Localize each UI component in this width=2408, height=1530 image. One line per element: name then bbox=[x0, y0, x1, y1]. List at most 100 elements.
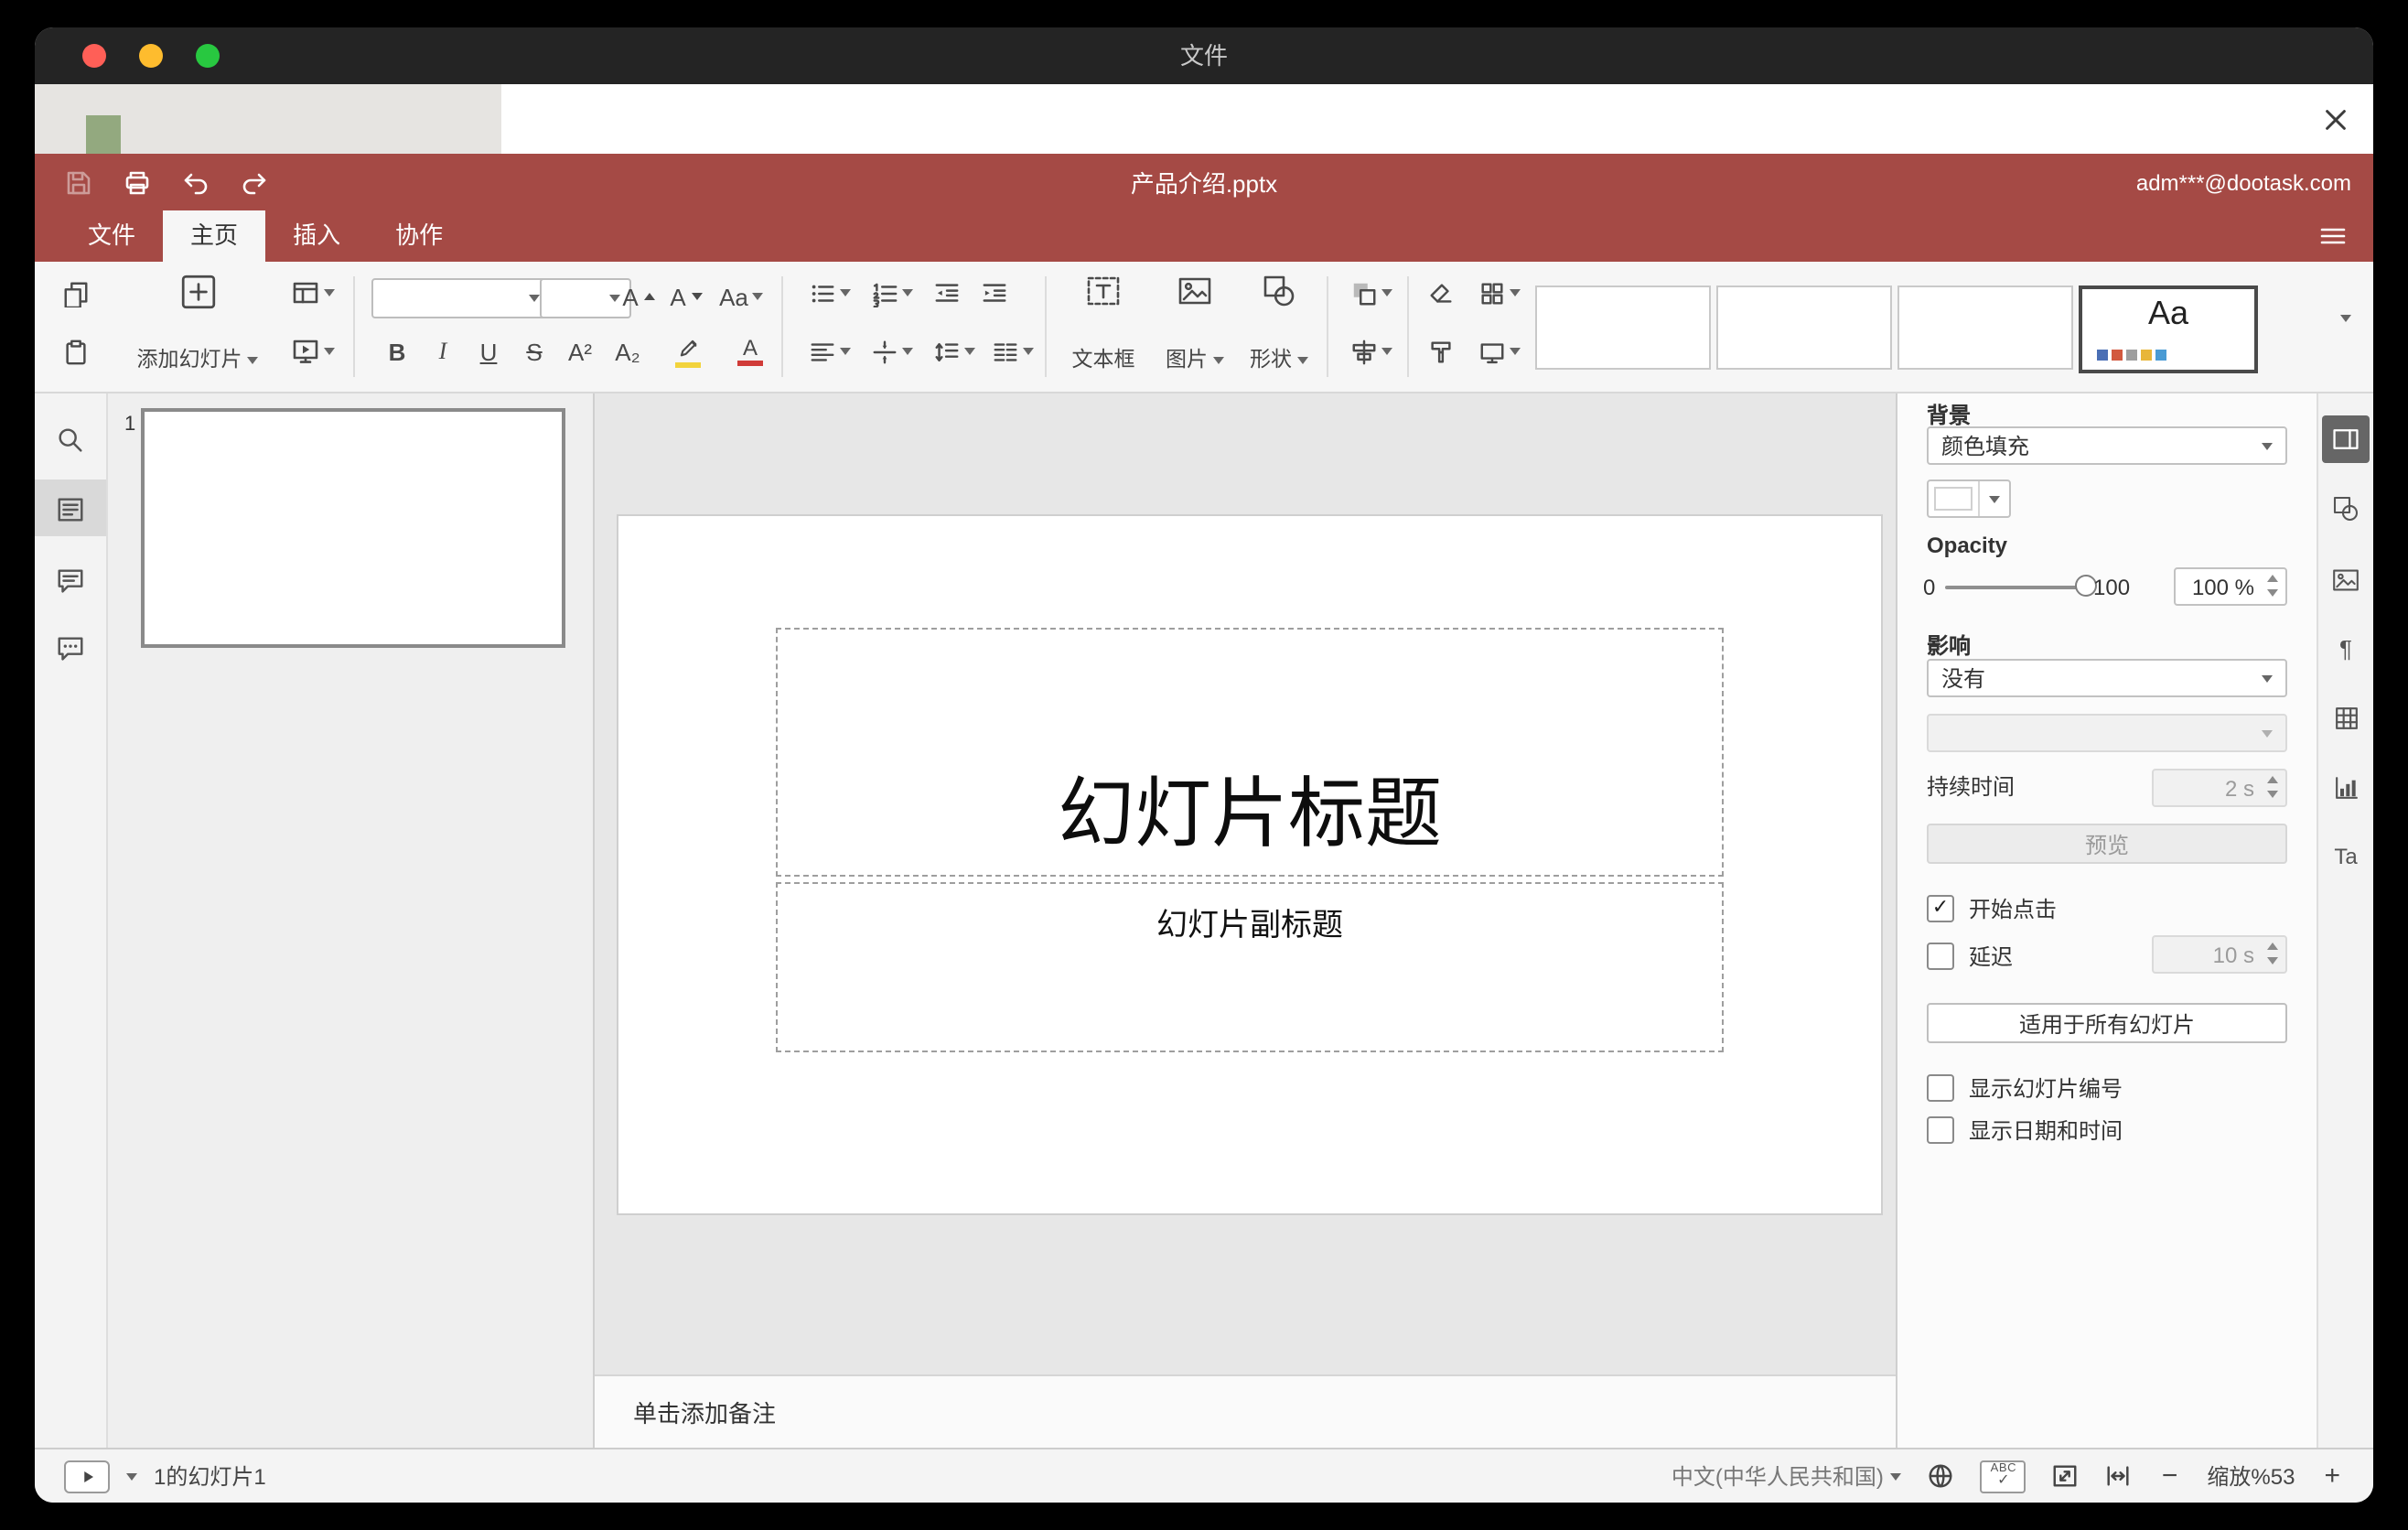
decrease-font-button[interactable]: A bbox=[664, 275, 708, 318]
redo-button[interactable] bbox=[232, 160, 276, 204]
delay-checkbox[interactable] bbox=[1927, 943, 1954, 970]
hamburger-menu-icon[interactable] bbox=[2315, 220, 2351, 253]
save-button[interactable] bbox=[57, 160, 101, 204]
line-spacing-button[interactable] bbox=[924, 329, 983, 373]
title-placeholder[interactable]: 幻灯片标题 bbox=[776, 628, 1724, 877]
slides-panel-icon[interactable] bbox=[47, 485, 94, 533]
zoom-out-button[interactable]: − bbox=[2158, 1462, 2182, 1490]
table-settings-icon[interactable] bbox=[2322, 694, 2370, 741]
change-case-button[interactable]: Aa bbox=[712, 275, 770, 318]
add-slide-button[interactable]: 添加幻灯片 bbox=[115, 265, 280, 382]
copy-button[interactable] bbox=[53, 271, 97, 315]
copy-style-button[interactable] bbox=[1418, 329, 1462, 373]
decrease-indent-button[interactable] bbox=[924, 271, 968, 315]
image-settings-icon[interactable] bbox=[2322, 556, 2370, 604]
notes-area[interactable]: 单击添加备注 bbox=[595, 1374, 1896, 1448]
background-fill-select[interactable]: 颜色填充 bbox=[1927, 426, 2287, 465]
line-spacing-icon bbox=[932, 338, 960, 365]
increase-indent-button[interactable] bbox=[972, 271, 1016, 315]
show-datetime-row[interactable]: 显示日期和时间 bbox=[1927, 1115, 2123, 1146]
spinner-down-icon[interactable] bbox=[2267, 589, 2278, 597]
paragraph-settings-icon[interactable]: ¶ bbox=[2322, 624, 2370, 672]
paste-button[interactable] bbox=[53, 329, 97, 373]
strikeout-button[interactable]: S bbox=[512, 329, 556, 373]
underline-button[interactable]: U bbox=[467, 329, 511, 373]
tab-collaboration[interactable]: 协作 bbox=[368, 210, 470, 262]
effect-select[interactable]: 没有 bbox=[1927, 659, 2287, 697]
insert-textbox-button[interactable]: 文本框 bbox=[1059, 265, 1147, 382]
clear-style-button[interactable] bbox=[1418, 271, 1462, 315]
font-color-button[interactable]: A bbox=[721, 329, 779, 373]
fit-to-slide-icon[interactable] bbox=[2052, 1462, 2080, 1490]
theme-gallery-more-button[interactable] bbox=[2333, 315, 2359, 357]
tab-file[interactable]: 文件 bbox=[60, 210, 163, 262]
spellcheck-icon[interactable]: ABC ✓ bbox=[1980, 1460, 2026, 1492]
italic-button[interactable]: I bbox=[421, 329, 465, 373]
arrange-shapes-button[interactable] bbox=[1341, 271, 1400, 315]
slide-settings-icon[interactable] bbox=[2322, 415, 2370, 463]
duration-spinner: 2 s bbox=[2152, 769, 2287, 807]
opacity-spinner[interactable]: 100 % bbox=[2174, 567, 2287, 606]
tab-insert[interactable]: 插入 bbox=[265, 210, 368, 262]
slide-surface[interactable]: 幻灯片标题 幻灯片副标题 bbox=[618, 516, 1881, 1213]
toolbar-separator bbox=[1327, 276, 1328, 377]
show-slide-number-row[interactable]: 显示幻灯片编号 bbox=[1927, 1072, 2123, 1104]
tab-home[interactable]: 主页 bbox=[163, 210, 266, 262]
show-slide-number-label: 显示幻灯片编号 bbox=[1969, 1076, 2123, 1102]
shape-settings-icon[interactable] bbox=[2322, 485, 2370, 533]
subtitle-placeholder[interactable]: 幻灯片副标题 bbox=[776, 882, 1724, 1052]
insert-image-button[interactable]: 图片 bbox=[1155, 265, 1235, 382]
bullets-icon bbox=[808, 279, 835, 307]
language-select[interactable]: 中文(中华人民共和国) bbox=[1672, 1460, 1902, 1492]
vertical-align-button[interactable] bbox=[862, 329, 920, 373]
highlight-color-button[interactable] bbox=[659, 329, 717, 373]
increase-font-button[interactable]: A bbox=[617, 275, 661, 318]
start-on-click-checkbox-row[interactable]: 开始点击 bbox=[1927, 893, 2057, 924]
chart-settings-icon[interactable] bbox=[2322, 763, 2370, 811]
theme-option[interactable] bbox=[1716, 286, 1892, 370]
chat-icon[interactable] bbox=[47, 624, 94, 672]
theme-option[interactable] bbox=[1535, 286, 1711, 370]
bullets-button[interactable] bbox=[800, 271, 858, 315]
start-slideshow-button[interactable] bbox=[284, 329, 342, 373]
horizontal-align-button[interactable] bbox=[800, 329, 858, 373]
close-preview-button[interactable] bbox=[2318, 102, 2351, 135]
slide-size-button[interactable] bbox=[1469, 329, 1528, 373]
align-shapes-button[interactable] bbox=[1341, 329, 1400, 373]
opacity-slider-track[interactable] bbox=[1945, 586, 2086, 589]
shape-label: 形状 bbox=[1250, 349, 1292, 371]
theme-option-selected[interactable]: Aa bbox=[2079, 286, 2258, 373]
bold-button[interactable]: B bbox=[375, 329, 419, 373]
theme-option[interactable] bbox=[1897, 286, 2073, 370]
slideshow-icon bbox=[291, 337, 320, 366]
undo-button[interactable] bbox=[174, 160, 218, 204]
insert-shape-button[interactable]: 形状 bbox=[1239, 265, 1319, 382]
slide-thumbnail[interactable] bbox=[141, 408, 565, 648]
slide-layout-button[interactable] bbox=[284, 271, 342, 315]
image-label: 图片 bbox=[1166, 349, 1208, 371]
show-datetime-checkbox[interactable] bbox=[1927, 1116, 1954, 1144]
start-slideshow-status-button[interactable] bbox=[64, 1460, 110, 1492]
print-button[interactable] bbox=[115, 160, 159, 204]
spinner-up-icon[interactable] bbox=[2267, 575, 2278, 582]
apply-to-all-slides-button[interactable]: 适用于所有幻灯片 bbox=[1927, 1003, 2287, 1043]
search-icon[interactable] bbox=[47, 415, 94, 463]
slide-layout-icon bbox=[291, 278, 320, 307]
document-language-icon[interactable] bbox=[1928, 1462, 1955, 1490]
show-slide-number-checkbox[interactable] bbox=[1927, 1074, 1954, 1102]
superscript-button[interactable]: A² bbox=[558, 329, 602, 373]
columns-button[interactable] bbox=[983, 329, 1041, 373]
color-scheme-button[interactable] bbox=[1469, 271, 1528, 315]
start-on-click-checkbox[interactable] bbox=[1927, 895, 1954, 922]
comments-icon[interactable] bbox=[47, 556, 94, 604]
zoom-in-button[interactable]: + bbox=[2320, 1462, 2344, 1490]
subscript-button[interactable]: A₂ bbox=[606, 329, 650, 373]
textart-settings-icon[interactable]: Ta bbox=[2322, 833, 2370, 880]
opacity-max-label: 100 bbox=[2093, 575, 2131, 600]
font-name-select[interactable] bbox=[371, 278, 551, 318]
slideshow-options-chevron[interactable] bbox=[126, 1472, 137, 1480]
background-color-picker[interactable] bbox=[1927, 479, 2011, 518]
fit-to-width-icon[interactable] bbox=[2105, 1462, 2133, 1490]
delay-checkbox-row[interactable]: 延迟 bbox=[1927, 941, 2013, 972]
numbering-button[interactable] bbox=[862, 271, 920, 315]
